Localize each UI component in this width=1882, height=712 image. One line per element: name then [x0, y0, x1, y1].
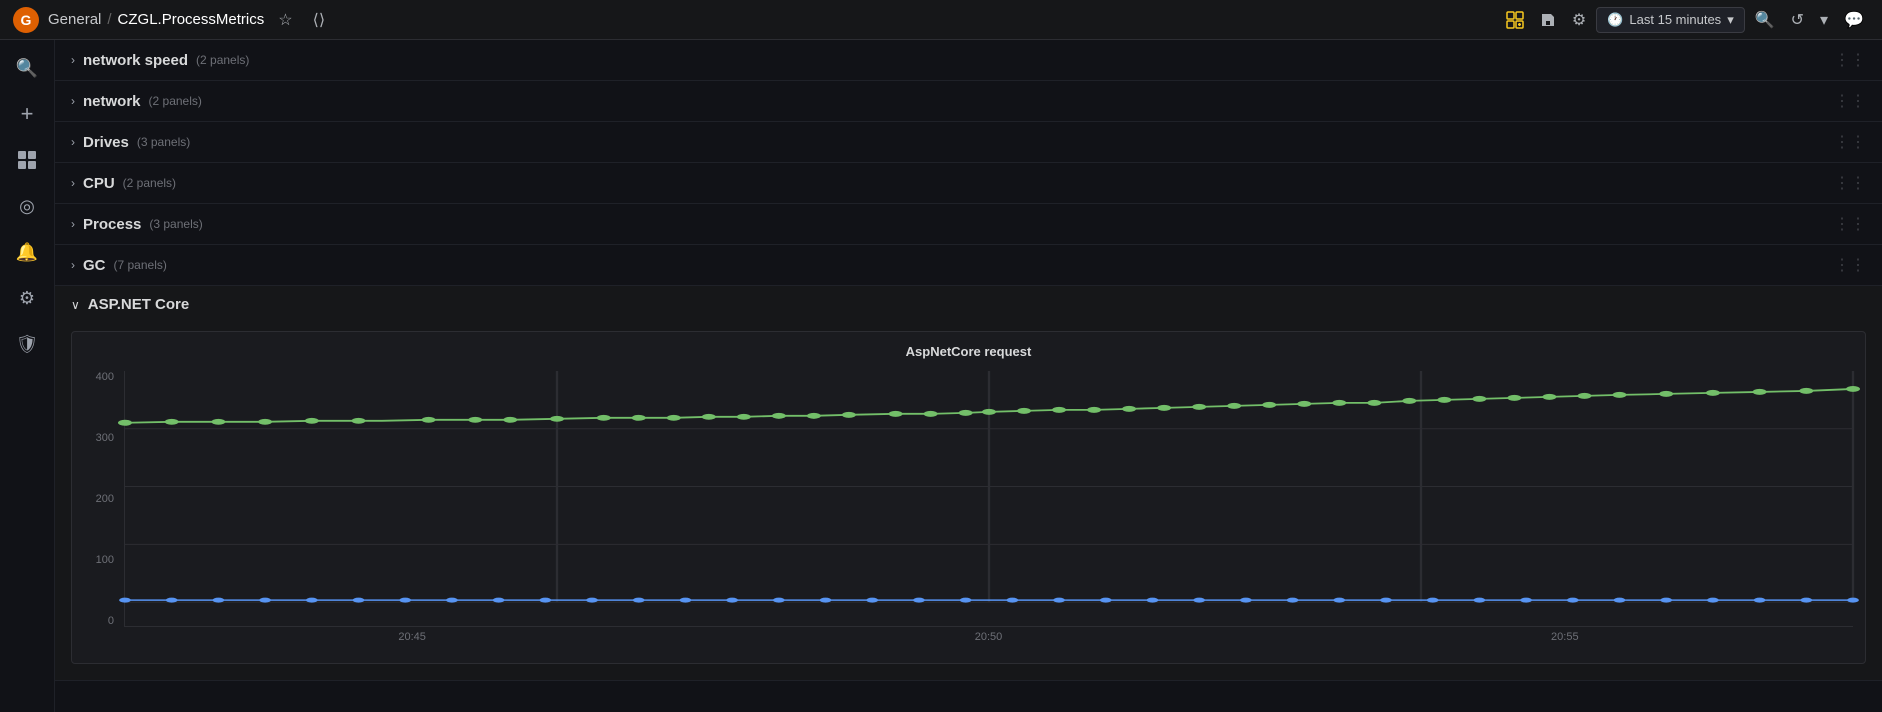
time-picker-chevron: ▾	[1727, 12, 1734, 28]
star-button[interactable]: ☆	[272, 6, 298, 34]
section-network[interactable]: › network (2 panels) ⋮⋮	[55, 81, 1882, 122]
section-drives[interactable]: › Drives (3 panels) ⋮⋮	[55, 122, 1882, 163]
chart-y-labels: 400 300 200 100 0	[84, 371, 120, 627]
section-cpu[interactable]: › CPU (2 panels) ⋮⋮	[55, 163, 1882, 204]
time-picker[interactable]: 🕐 Last 15 minutes ▾	[1596, 7, 1745, 33]
top-bar: G General / CZGL.ProcessMetrics ☆ ⟨⟩ ⚙ 🕐	[0, 0, 1882, 40]
section-panels-count: (7 panels)	[114, 258, 167, 272]
chart-panel-aspnetcore-request: AspNetCore request 400 300 200 100 0	[71, 331, 1866, 664]
svg-text:G: G	[21, 12, 32, 28]
breadcrumb: General / CZGL.ProcessMetrics	[48, 11, 264, 28]
section-panels-count: (2 panels)	[149, 94, 202, 108]
sidebar-item-settings[interactable]: ⚙	[7, 278, 47, 318]
share-button[interactable]: ⟨⟩	[307, 6, 331, 34]
chevron-icon: ›	[71, 135, 75, 149]
y-label-400: 400	[96, 371, 114, 383]
section-title: Process	[83, 216, 141, 233]
y-label-0: 0	[108, 615, 114, 627]
sidebar-item-dashboard[interactable]	[7, 140, 47, 180]
sidebar-item-alerting[interactable]: 🔔	[7, 232, 47, 272]
drag-handle-icon: ⋮⋮	[1834, 91, 1866, 111]
drag-handle-icon: ⋮⋮	[1834, 173, 1866, 193]
grafana-logo: G	[12, 6, 40, 34]
section-gc[interactable]: › GC (7 panels) ⋮⋮	[55, 245, 1882, 286]
chart-x-labels: 20:45 20:50 20:55	[124, 631, 1853, 651]
section-network-speed[interactable]: › network speed (2 panels) ⋮⋮	[55, 40, 1882, 81]
section-aspnet-core-header[interactable]: ∨ ASP.NET Core	[55, 286, 1882, 323]
y-label-200: 200	[96, 493, 114, 505]
chevron-icon: ›	[71, 94, 75, 108]
breadcrumb-separator: /	[107, 11, 111, 28]
chevron-icon: ›	[71, 176, 75, 190]
drag-handle-icon: ⋮⋮	[1834, 132, 1866, 152]
sidebar-item-add[interactable]: +	[7, 94, 47, 134]
section-title: Drives	[83, 134, 129, 151]
drag-handle-icon: ⋮⋮	[1834, 255, 1866, 275]
x-label-2055: 20:55	[1551, 631, 1579, 651]
chart-plot	[124, 371, 1853, 627]
sidebar: 🔍 + ◎ 🔔 ⚙ 🛡	[0, 40, 55, 712]
section-panels-count: (2 panels)	[123, 176, 176, 190]
section-expanded-title: ASP.NET Core	[88, 296, 189, 313]
clock-icon: 🕐	[1607, 12, 1623, 28]
save-dashboard-button[interactable]	[1534, 8, 1562, 32]
add-panel-button[interactable]	[1500, 7, 1530, 33]
chevron-icon: ›	[71, 217, 75, 231]
sidebar-item-explore[interactable]: ◎	[7, 186, 47, 226]
chevron-down-icon: ∨	[71, 298, 80, 312]
sidebar-item-shield[interactable]: 🛡	[7, 324, 47, 364]
section-title: network	[83, 93, 141, 110]
y-label-300: 300	[96, 432, 114, 444]
zoom-out-button[interactable]: 🔍	[1749, 6, 1781, 34]
chart-area: 400 300 200 100 0	[84, 371, 1853, 651]
section-panels-count: (2 panels)	[196, 53, 249, 67]
more-options-button[interactable]: ▾	[1814, 6, 1834, 34]
section-process[interactable]: › Process (3 panels) ⋮⋮	[55, 204, 1882, 245]
section-title: network speed	[83, 52, 188, 69]
chart-title: AspNetCore request	[84, 344, 1853, 359]
x-label-2050: 20:50	[975, 631, 1003, 651]
time-picker-label: Last 15 minutes	[1629, 12, 1721, 27]
section-title: GC	[83, 257, 106, 274]
section-aspnet-core: ∨ ASP.NET Core AspNetCore request 400 30…	[55, 286, 1882, 681]
y-label-100: 100	[96, 554, 114, 566]
toolbar-right: ⚙ 🕐 Last 15 minutes ▾ 🔍 ↺ ▾ 💬	[1500, 6, 1870, 34]
breadcrumb-current: CZGL.ProcessMetrics	[118, 11, 265, 28]
drag-handle-icon: ⋮⋮	[1834, 50, 1866, 70]
help-button[interactable]: 💬	[1838, 6, 1870, 34]
drag-handle-icon: ⋮⋮	[1834, 214, 1866, 234]
section-panels-count: (3 panels)	[149, 217, 202, 231]
chevron-icon: ›	[71, 258, 75, 272]
settings-button[interactable]: ⚙	[1566, 6, 1592, 34]
breadcrumb-home[interactable]: General	[48, 11, 101, 28]
chevron-icon: ›	[71, 53, 75, 67]
refresh-button[interactable]: ↺	[1785, 6, 1810, 34]
x-label-2045: 20:45	[398, 631, 426, 651]
main-layout: 🔍 + ◎ 🔔 ⚙ 🛡 › network speed (2 panels) ⋮…	[0, 40, 1882, 712]
section-title: CPU	[83, 175, 115, 192]
sidebar-item-search[interactable]: 🔍	[7, 48, 47, 88]
section-panels-count: (3 panels)	[137, 135, 190, 149]
chart-svg	[125, 371, 1853, 626]
content-area: › network speed (2 panels) ⋮⋮ › network …	[55, 40, 1882, 712]
